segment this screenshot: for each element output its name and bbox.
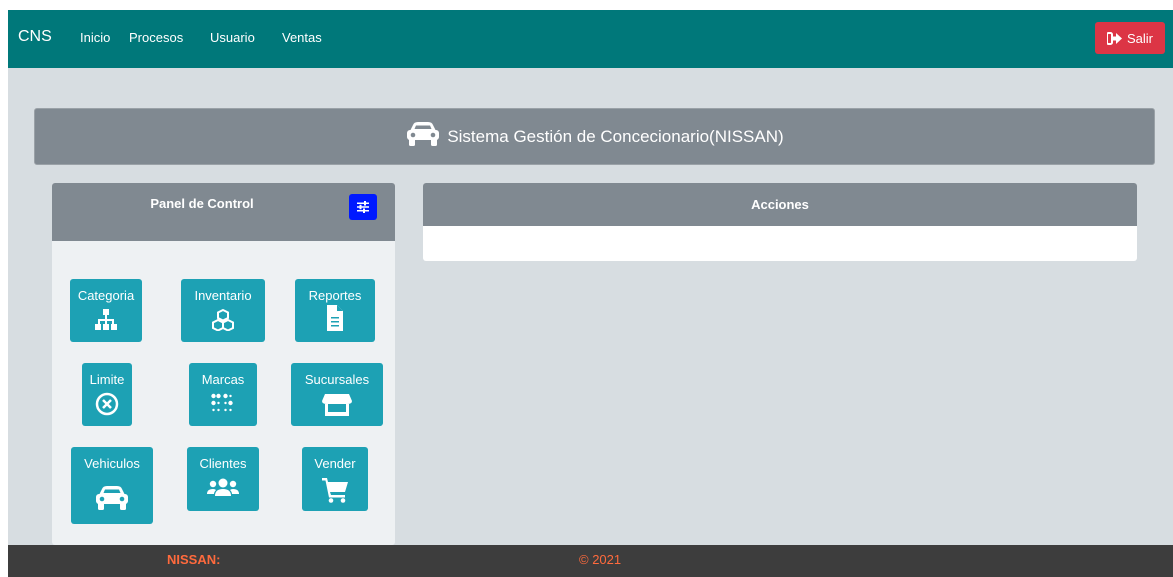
tile-vender[interactable]: Vender (302, 447, 368, 511)
sliders-icon (357, 201, 369, 213)
users-icon (207, 478, 239, 496)
tile-label: Categoria (77, 288, 135, 303)
braille-icon (211, 393, 233, 412)
nav-link-usuario[interactable]: Usuario (210, 30, 255, 45)
store-icon (322, 394, 352, 416)
system-banner: Sistema Gestión de Concecionario(NISSAN) (34, 108, 1155, 165)
tile-inventario[interactable]: Inventario (181, 279, 265, 342)
tile-reportes[interactable]: Reportes (295, 279, 375, 342)
tile-label: Marcas (201, 372, 245, 387)
panel-header: Panel de Control (52, 183, 395, 241)
tile-label: Inventario (194, 288, 252, 303)
nav-link-procesos[interactable]: Procesos (129, 30, 183, 45)
footer: NISSAN: © 2021 (8, 545, 1173, 577)
tile-vehiculos[interactable]: Vehiculos (71, 447, 153, 524)
footer-brand: NISSAN: (167, 552, 221, 567)
tile-sucursales[interactable]: Sucursales (291, 363, 383, 426)
navbar: CNS Inicio Procesos Usuario Ventas Salir (8, 10, 1173, 68)
sign-out-icon (1106, 31, 1122, 45)
car-icon (407, 121, 440, 146)
tile-categoria[interactable]: Categoria (70, 279, 142, 342)
sitemap-icon (95, 309, 117, 330)
file-icon (327, 305, 343, 331)
panel-title: Panel de Control (150, 196, 254, 211)
tile-limite[interactable]: Limite (82, 363, 132, 426)
nav-link-inicio[interactable]: Inicio (80, 30, 110, 45)
tile-label: Vender (314, 456, 356, 471)
nav-link-ventas[interactable]: Ventas (282, 30, 322, 45)
settings-toggle-button[interactable] (349, 194, 377, 220)
tile-clientes[interactable]: Clientes (187, 447, 259, 511)
tile-label: Clientes (199, 456, 247, 471)
banner-title: Sistema Gestión de Concecionario(NISSAN) (447, 126, 784, 146)
control-panel: Panel de Control Categoria Inventario Re… (52, 183, 395, 545)
car-icon (96, 486, 128, 510)
brand-link[interactable]: CNS (18, 28, 52, 46)
footer-copyright: © 2021 (579, 552, 622, 567)
tile-label: Vehiculos (84, 456, 140, 471)
tile-marcas[interactable]: Marcas (189, 363, 257, 426)
tile-label: Limite (89, 372, 125, 387)
times-circle-icon (95, 392, 119, 416)
logout-label: Salir (1126, 30, 1153, 46)
actions-header: Acciones (423, 183, 1137, 226)
actions-title: Acciones (751, 197, 809, 212)
tile-label: Sucursales (304, 372, 370, 387)
cart-icon (322, 478, 348, 503)
logout-button[interactable]: Salir (1095, 22, 1165, 54)
actions-panel: Acciones (423, 183, 1137, 261)
cubes-icon (212, 309, 234, 331)
tile-label: Reportes (308, 288, 362, 303)
